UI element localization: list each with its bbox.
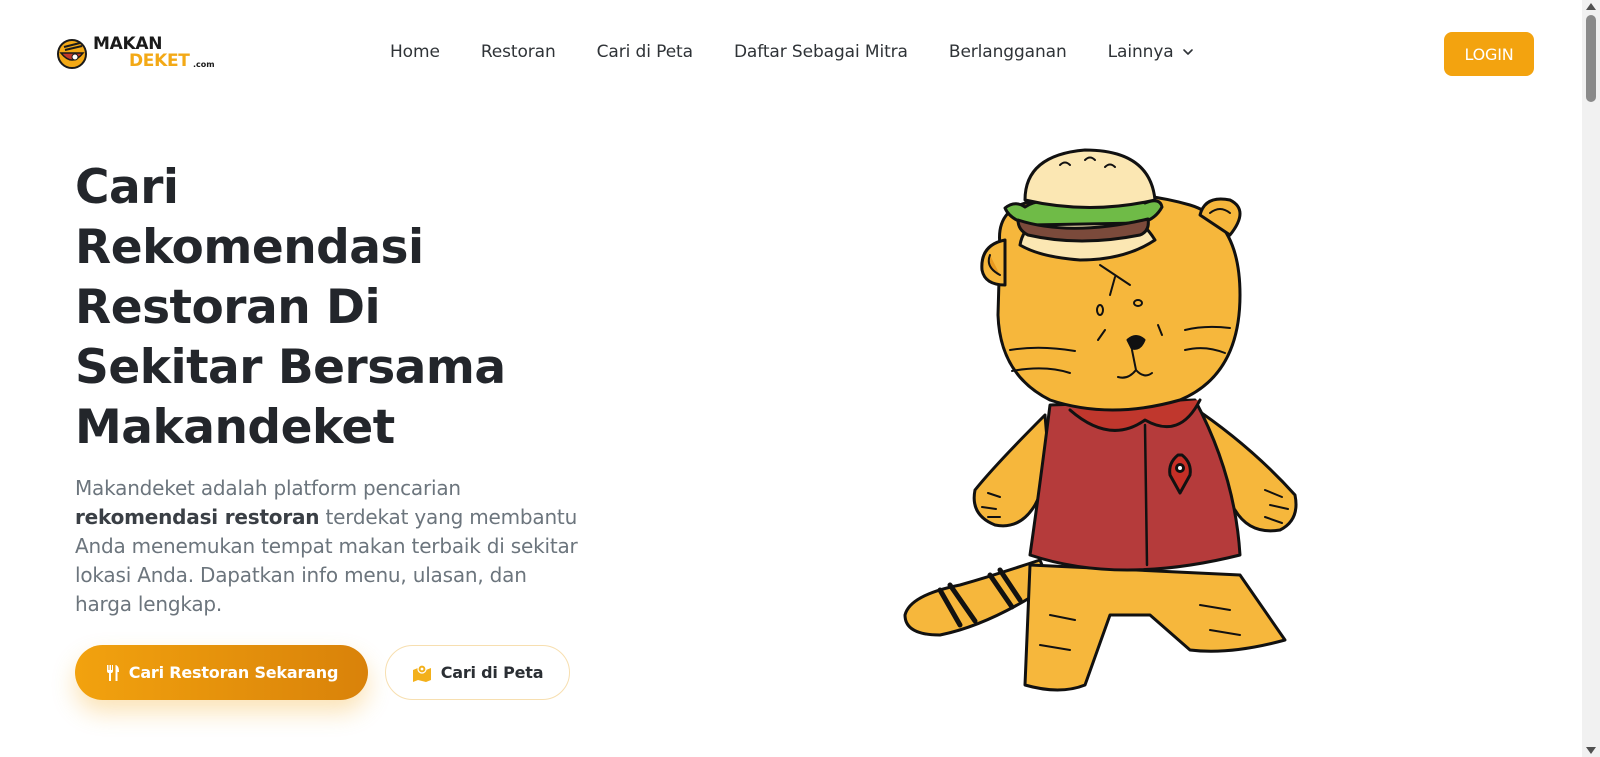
nav-lainnya-label: Lainnya bbox=[1107, 42, 1174, 62]
login-button[interactable]: LOGIN bbox=[1444, 32, 1534, 76]
hero-title-line: Cari bbox=[75, 160, 179, 215]
map-icon bbox=[412, 663, 431, 682]
main-nav: Home Restoran Cari di Peta Daftar Sebaga… bbox=[390, 42, 1235, 62]
nav-daftar-mitra[interactable]: Daftar Sebagai Mitra bbox=[734, 42, 908, 62]
utensils-icon bbox=[106, 664, 119, 681]
logo-bowl-icon bbox=[57, 39, 87, 69]
site-header: MAKAN DEKET .com Home Restoran Cari di P… bbox=[0, 0, 1582, 108]
search-map-button[interactable]: Cari di Peta bbox=[385, 645, 570, 700]
find-restaurant-button[interactable]: Cari Restoran Sekarang bbox=[75, 645, 368, 700]
hero-title-line: Rekomendasi bbox=[75, 220, 424, 275]
hero-title-line: Makandeket bbox=[75, 400, 395, 455]
scroll-down-arrow-icon[interactable] bbox=[1586, 747, 1596, 754]
nav-cari-di-peta[interactable]: Cari di Peta bbox=[597, 42, 693, 62]
brand-logo[interactable]: MAKAN DEKET .com bbox=[55, 33, 225, 73]
chevron-down-icon bbox=[1182, 49, 1193, 55]
nav-restoran[interactable]: Restoran bbox=[481, 42, 556, 62]
search-map-label: Cari di Peta bbox=[440, 663, 544, 682]
nav-lainnya-dropdown[interactable]: Lainnya bbox=[1108, 42, 1194, 62]
page-scrollbar[interactable] bbox=[1582, 0, 1600, 757]
hero-description-highlight: rekomendasi restoran bbox=[75, 505, 320, 529]
logo-text-domain: .com bbox=[193, 60, 215, 69]
tiger-mascot-illustration bbox=[903, 148, 1298, 692]
find-restaurant-label: Cari Restoran Sekarang bbox=[128, 663, 339, 682]
hero-title: Cari Rekomendasi Restoran Di Sekitar Ber… bbox=[75, 158, 595, 458]
hero-description: Makandeket adalah platform pencarian rek… bbox=[75, 476, 578, 616]
hero-title-line: Sekitar Bersama bbox=[75, 340, 506, 395]
nav-home[interactable]: Home bbox=[390, 42, 440, 62]
logo-text-bottom: DEKET bbox=[129, 51, 190, 71]
scroll-up-arrow-icon[interactable] bbox=[1586, 3, 1596, 10]
scroll-thumb[interactable] bbox=[1586, 15, 1596, 102]
hero-title-line: Restoran Di bbox=[75, 280, 381, 335]
nav-berlangganan[interactable]: Berlangganan bbox=[949, 42, 1067, 62]
